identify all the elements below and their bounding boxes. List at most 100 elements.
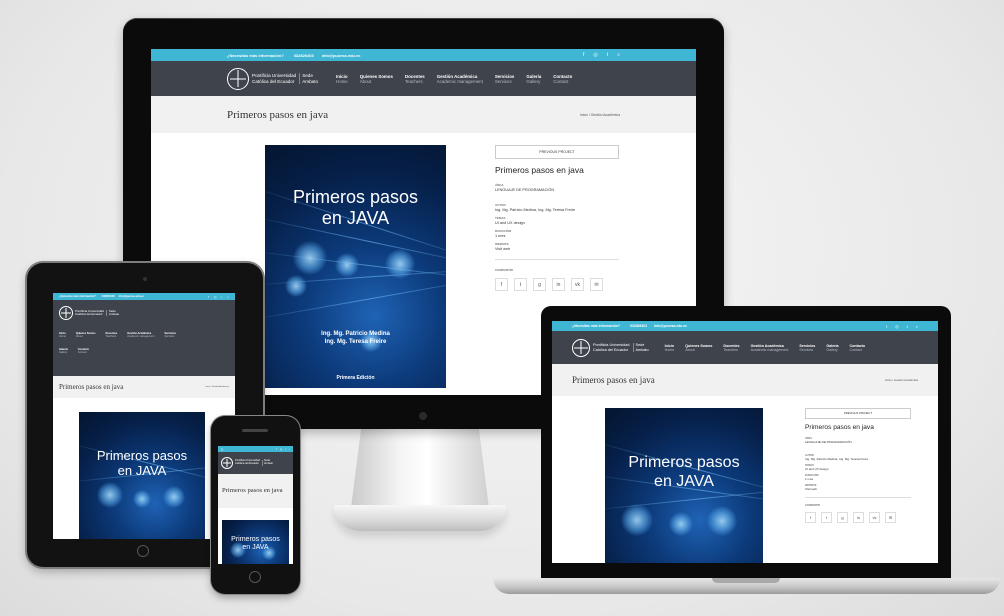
nav-item-quienes-somos[interactable]: Quienes Somos About xyxy=(360,74,393,84)
menu-icon[interactable]: ≡ xyxy=(221,447,223,452)
university-logo-icon xyxy=(227,67,249,90)
facebook-icon[interactable]: f xyxy=(495,278,508,291)
facebook-icon[interactable]: f xyxy=(208,295,209,299)
page-title: Primeros pasos en java xyxy=(222,486,283,494)
site-logo[interactable]: Pontificia Universidad Católica del Ecuad… xyxy=(572,338,649,357)
page-title: Primeros pasos en java xyxy=(227,108,329,121)
nav-item-docentes[interactable]: Docentes Teachers xyxy=(405,74,425,84)
instagram-icon[interactable]: ◎ xyxy=(895,324,899,329)
linkedin-icon[interactable]: in xyxy=(853,512,864,523)
book-cover-image: Primeros pasos en JAVA xyxy=(605,408,763,563)
nav-item-gestion-academica[interactable]: Gestión Académica Academic management xyxy=(127,332,154,338)
monitor-logo-dot xyxy=(419,412,427,420)
nav-item-servicios[interactable]: Servicios Services xyxy=(164,332,176,338)
book-cover-image: Primeros pasos en JAVA Ing. Mg. Patricio… xyxy=(265,145,446,388)
phone-home-button[interactable] xyxy=(249,571,261,583)
twitter-icon[interactable]: t xyxy=(221,295,222,299)
nav-item-docentes[interactable]: Docentes Teachers xyxy=(106,332,118,338)
phone-screen: ≡ f ◎ t ⌕ Pontificia Universidad Católica… xyxy=(218,446,293,564)
share-buttons: f t g in vk ✉ xyxy=(805,512,911,523)
site-topbar: ¿Necesitas más información? 032826403 in… xyxy=(53,293,235,300)
laptop-screen: ¿Necesitas más información? 032826403 in… xyxy=(552,321,938,563)
nav-item-galeria[interactable]: Galería Gallery xyxy=(826,344,838,352)
facebook-icon[interactable]: f xyxy=(276,448,277,451)
vk-icon[interactable]: vk xyxy=(869,512,880,523)
monitor-stand-base xyxy=(334,505,506,531)
nav-item-docentes[interactable]: Docentes Teachers xyxy=(723,344,739,352)
logo-line2: Católica del Ecuador xyxy=(252,78,295,84)
site-logo[interactable]: Pontificia Universidad Católica del Ecuad… xyxy=(221,457,273,469)
tablet-camera xyxy=(143,277,147,281)
twitter-icon[interactable]: t xyxy=(514,278,527,291)
breadcrumb[interactable]: Inicio / Gestión Académica xyxy=(580,113,620,117)
site-nav-menu: Inicio Home Quienes Somos About Docentes Te… xyxy=(665,344,865,352)
twitter-icon[interactable]: t xyxy=(821,512,832,523)
project-content: Primeros pasos en JAVA xyxy=(53,398,235,539)
twitter-icon[interactable]: t xyxy=(907,324,908,329)
search-icon[interactable]: ⌕ xyxy=(617,52,620,58)
search-icon[interactable]: ⌕ xyxy=(289,448,290,451)
university-logo-icon xyxy=(59,306,73,320)
nav-item-galeria[interactable]: Galería Gallery xyxy=(526,74,541,84)
tablet-home-button[interactable] xyxy=(137,545,149,557)
googleplus-icon[interactable]: g xyxy=(533,278,546,291)
nav-item-quienes-somos[interactable]: Quienes Somos About xyxy=(685,344,712,352)
monitor-stand-neck xyxy=(350,428,490,516)
nav-item-quienes-somos[interactable]: Quienes Somos About xyxy=(76,332,96,338)
nav-item-contacto[interactable]: Contacto Contact xyxy=(78,348,89,354)
site-logo[interactable]: Pontificia Universidad Católica del Ecuad… xyxy=(59,306,119,320)
instagram-icon[interactable]: ◎ xyxy=(593,52,597,58)
laptop-notch xyxy=(712,578,780,583)
label-share: COMPARTIR xyxy=(495,268,513,272)
cover-title-line2: en JAVA xyxy=(321,208,390,229)
instagram-icon[interactable]: ◎ xyxy=(214,295,217,299)
facebook-icon[interactable]: f xyxy=(886,324,887,329)
nav-item-servicios[interactable]: Servicios Services xyxy=(495,74,515,84)
breadcrumb[interactable]: Inicio / Gestión Académica xyxy=(205,386,229,388)
search-icon[interactable]: ⌕ xyxy=(227,295,229,299)
topbar-email[interactable]: info@pucesa.edu.ec xyxy=(322,53,361,58)
site-nav-menu: Inicio Home Quienes Somos About Docentes Te… xyxy=(336,74,572,84)
email-icon[interactable]: ✉ xyxy=(590,278,603,291)
label-website: WEBSITE xyxy=(495,242,509,246)
site-logo[interactable]: Pontificia Universidad Católica del Ecua… xyxy=(227,67,319,90)
nav-item-inicio[interactable]: Inicio Home xyxy=(336,74,348,84)
divider xyxy=(495,259,619,260)
book-cover-image: Primeros pasos en JAVA xyxy=(222,520,289,564)
cover-author1: Ing. Mg. Patricio Medina xyxy=(321,331,390,337)
phone-speaker xyxy=(242,429,268,432)
site-nav-menu: Inicio Home Quienes Somos About Docentes Te… xyxy=(59,332,176,338)
facebook-icon[interactable]: f xyxy=(583,52,584,58)
book-cover-image: Primeros pasos en JAVA xyxy=(79,412,205,539)
linkedin-icon[interactable]: in xyxy=(552,278,565,291)
nav-item-galeria[interactable]: Galería Gallery xyxy=(59,348,68,354)
nav-item-contacto[interactable]: Contacto Contact xyxy=(850,344,866,352)
nav-item-inicio[interactable]: Inicio Home xyxy=(665,344,675,352)
nav-item-gestion-academica[interactable]: Gestión Académica Academic management xyxy=(751,344,789,352)
site-topbar: ¿Necesitas más información? 032826403 in… xyxy=(151,49,696,61)
breadcrumb[interactable]: Inicio / Gestión Académica xyxy=(885,378,918,382)
value-website[interactable]: Visit web xyxy=(495,247,619,251)
googleplus-icon[interactable]: g xyxy=(837,512,848,523)
nav-item-inicio[interactable]: Inicio Home xyxy=(59,332,66,338)
twitter-icon[interactable]: t xyxy=(607,52,608,58)
twitter-icon[interactable]: t xyxy=(285,448,286,451)
page-titlebar: Primeros pasos en java Inicio / Gestión … xyxy=(552,364,938,396)
cover-title-line1: Primeros pasos xyxy=(292,187,419,207)
site-navbar: Pontificia Universidad Católica del Ecuad… xyxy=(552,331,938,364)
previous-project-button[interactable]: PREVIOUS PROJECT xyxy=(805,408,911,419)
email-icon[interactable]: ✉ xyxy=(885,512,896,523)
search-icon[interactable]: ⌕ xyxy=(916,324,918,329)
nav-item-contacto[interactable]: Contacto Contact xyxy=(553,74,572,84)
facebook-icon[interactable]: f xyxy=(805,512,816,523)
nav-item-servicios[interactable]: Servicios Services xyxy=(799,344,815,352)
topbar-phone[interactable]: 032826403 xyxy=(294,53,314,58)
vk-icon[interactable]: vk xyxy=(571,278,584,291)
project-title: Primeros pasos en java xyxy=(495,165,584,175)
topbar-info-text: ¿Necesitas más información? xyxy=(227,52,284,58)
instagram-icon[interactable]: ◎ xyxy=(280,448,282,451)
university-logo-icon xyxy=(221,457,233,469)
previous-project-button[interactable]: PREVIOUS PROJECT xyxy=(495,145,619,159)
nav-item-gestion-academica[interactable]: Gestión Académica Academic management xyxy=(437,74,483,84)
logo-sede2: Ambato xyxy=(302,78,319,84)
